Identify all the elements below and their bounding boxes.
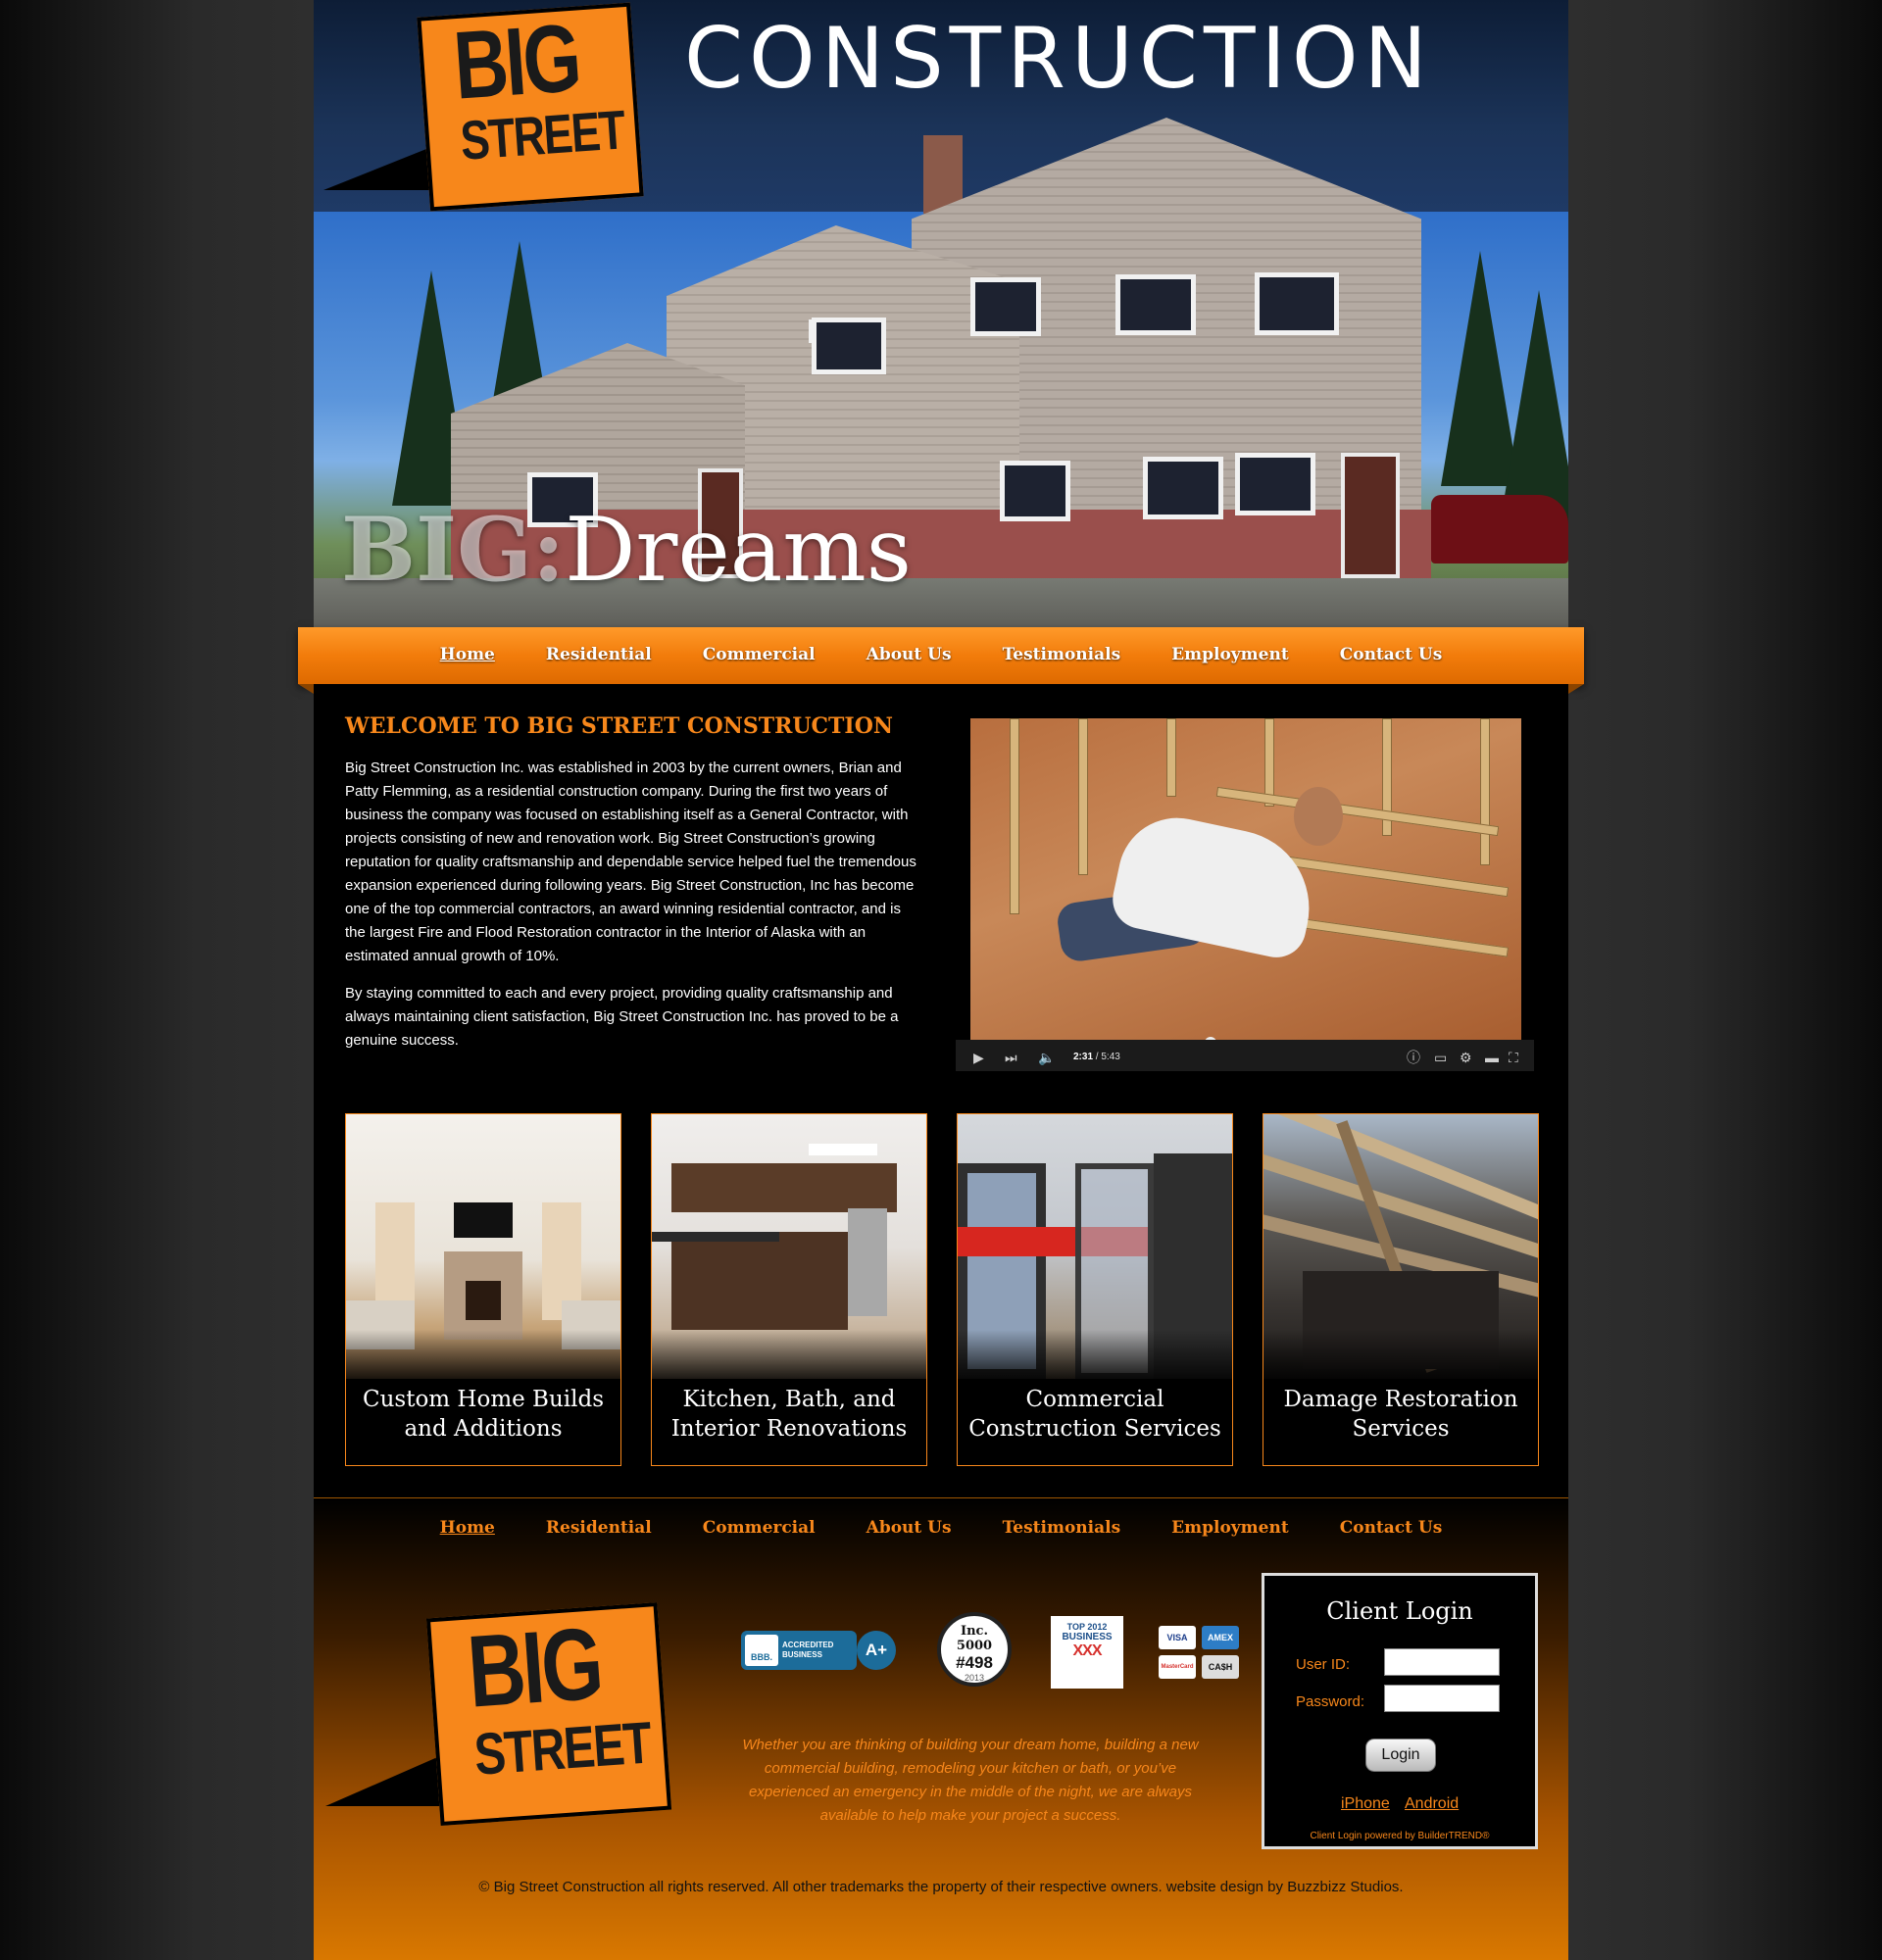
footer-logo-street: STREET (471, 1709, 653, 1788)
bbb-rating: A+ (857, 1631, 896, 1670)
nav-home[interactable]: Home (440, 645, 495, 664)
inc-year: 2013 (964, 1673, 985, 1683)
login-button[interactable]: Login (1365, 1739, 1436, 1772)
footer-logo-big: BIG (464, 1606, 605, 1730)
footer: Home Residential Commercial About Us Tes… (314, 1497, 1568, 1960)
top-business-mark: XXX (1072, 1642, 1102, 1659)
nav-commercial[interactable]: Commercial (703, 645, 816, 664)
page: BIG STREET CONSTRUCTION BIG:Dreams Home … (298, 0, 1584, 1960)
hero-tagline: BIG:Dreams (341, 506, 912, 595)
nav-testimonials[interactable]: Testimonials (1003, 645, 1121, 664)
bbb-text: ACCREDITED BUSINESS (782, 1641, 834, 1659)
top-business-line1: TOP 2012 (1066, 1622, 1108, 1632)
logo-text-big: BIG (450, 3, 582, 120)
top-business-badge[interactable]: TOP 2012 BUSINESS XXX (1051, 1616, 1123, 1689)
iphone-link[interactable]: iPhone (1341, 1795, 1390, 1813)
video-frame[interactable] (970, 718, 1521, 1042)
nav-fold-left (298, 684, 314, 694)
service-card-commercial[interactable]: Commercial Construction Services (957, 1113, 1233, 1466)
nav-fold-right (1568, 684, 1584, 694)
volume-icon[interactable]: 🔈 (1038, 1050, 1055, 1065)
visa-icon: VISA (1159, 1626, 1196, 1649)
video-player[interactable]: ▶ ⏭ 🔈 2:31 / 5:43 ⓘ ▭ ⚙ ▬ ⛶ (956, 718, 1534, 1071)
cash-icon: CA$H (1202, 1655, 1239, 1679)
client-login-title: Client Login (1326, 1597, 1473, 1625)
nav-employment[interactable]: Employment (1171, 645, 1289, 664)
inc-title: Inc. 5000 (956, 1624, 993, 1653)
footer-nav-testimonials[interactable]: Testimonials (1003, 1518, 1121, 1538)
footer-nav: Home Residential Commercial About Us Tes… (314, 1518, 1568, 1538)
video-time-total: / 5:43 (1095, 1052, 1120, 1062)
footer-nav-employment[interactable]: Employment (1171, 1518, 1289, 1538)
main-nav: Home Residential Commercial About Us Tes… (298, 627, 1584, 684)
user-id-input[interactable] (1384, 1648, 1500, 1676)
hero-banner: BIG STREET CONSTRUCTION BIG:Dreams (314, 0, 1568, 627)
video-time: 2:31 / 5:43 (1073, 1052, 1120, 1062)
amex-icon: AMEX (1202, 1626, 1239, 1649)
top-business-line2: BUSINESS (1062, 1632, 1113, 1642)
nav-residential[interactable]: Residential (546, 645, 652, 664)
user-id-label: User ID: (1296, 1656, 1351, 1673)
payment-methods: VISA AMEX MasterCard CA$H (1159, 1626, 1239, 1683)
footer-nav-about-us[interactable]: About Us (867, 1518, 952, 1538)
welcome-paragraph-1: Big Street Construction Inc. was establi… (345, 760, 916, 964)
inc-number: #498 (956, 1653, 993, 1672)
welcome-text: Big Street Construction Inc. was establi… (345, 757, 923, 1066)
inc-5000-badge[interactable]: Inc. 5000 #498 2013 (937, 1612, 1012, 1687)
theater-mode-icon[interactable]: ▬ (1485, 1050, 1499, 1065)
welcome-paragraph-2: By staying committed to each and every p… (345, 985, 899, 1049)
bbb-badge[interactable]: BBB. ACCREDITED BUSINESS A+ (741, 1631, 896, 1670)
settings-icon[interactable]: ⚙ (1460, 1050, 1472, 1065)
mastercard-icon: MasterCard (1159, 1655, 1196, 1679)
logo[interactable]: BIG STREET (323, 2, 657, 221)
service-title: Kitchen, Bath, and Interior Renovations (670, 1387, 908, 1442)
footer-nav-home[interactable]: Home (440, 1518, 495, 1538)
site-title: CONSTRUCTION (684, 10, 1433, 108)
footer-tagline: Whether you are thinking of building you… (742, 1737, 1199, 1824)
video-time-current: 2:31 (1073, 1052, 1094, 1062)
service-card-kitchen-bath[interactable]: Kitchen, Bath, and Interior Renovations (651, 1113, 927, 1466)
footer-nav-contact-us[interactable]: Contact Us (1340, 1518, 1443, 1538)
client-login-box: Client Login User ID: Password: Login iP… (1262, 1573, 1538, 1849)
bbb-logo-icon: BBB. (745, 1635, 778, 1666)
info-icon[interactable]: ⓘ (1407, 1050, 1420, 1065)
service-title: Custom Home Builds and Additions (362, 1387, 604, 1442)
next-icon[interactable]: ⏭ (1005, 1050, 1017, 1065)
android-link[interactable]: Android (1405, 1795, 1459, 1813)
hero-tagline-text: Dreams (565, 499, 912, 602)
footer-nav-residential[interactable]: Residential (546, 1518, 652, 1538)
footer-logo[interactable]: BIG STREET (325, 1602, 688, 1830)
play-icon[interactable]: ▶ (973, 1050, 984, 1065)
fullscreen-icon[interactable]: ⛶ (1509, 1050, 1518, 1065)
footer-nav-commercial[interactable]: Commercial (703, 1518, 816, 1538)
hero-tagline-bold: BIG: (341, 498, 566, 602)
service-title: Damage Restoration Services (1283, 1387, 1518, 1442)
captions-icon[interactable]: ▭ (1434, 1050, 1447, 1065)
service-title: Commercial Construction Services (968, 1387, 1221, 1442)
truck (1431, 495, 1568, 564)
copyright: © Big Street Construction all rights res… (478, 1879, 1404, 1895)
login-powered-by: Client Login powered by BuilderTREND® (1310, 1831, 1490, 1841)
welcome-heading: WELCOME TO BIG STREET CONSTRUCTION (345, 713, 893, 739)
nav-about-us[interactable]: About Us (867, 645, 952, 664)
password-input[interactable] (1384, 1685, 1500, 1712)
password-label: Password: (1296, 1693, 1365, 1710)
logo-text-street: STREET (458, 98, 626, 172)
nav-contact-us[interactable]: Contact Us (1340, 645, 1443, 664)
service-card-custom-homes[interactable]: Custom Home Builds and Additions (345, 1113, 621, 1466)
service-card-damage-restoration[interactable]: Damage Restoration Services (1263, 1113, 1539, 1466)
